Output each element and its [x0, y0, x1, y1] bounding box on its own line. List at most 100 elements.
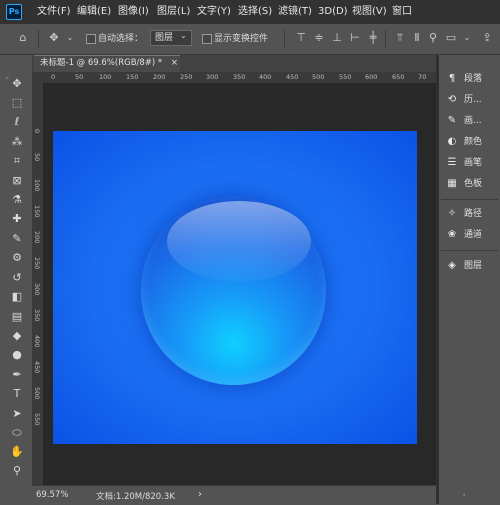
align-hcenter-icon[interactable]: ╪	[366, 31, 380, 45]
panel-label: 画笔	[464, 158, 483, 168]
ruler-tick: 450	[286, 73, 299, 81]
paths-icon: ✧	[447, 208, 457, 219]
ruler-tick: 100	[99, 73, 112, 81]
panel-color[interactable]: ◐ 颜色	[445, 133, 482, 151]
panel-label: 画...	[464, 116, 482, 126]
align-left-icon[interactable]: ⊢	[348, 31, 362, 45]
crop-tool-icon[interactable]: ⌗	[8, 153, 26, 169]
status-menu-arrow-icon[interactable]: ›	[198, 489, 202, 500]
watermark: ꞏ	[462, 491, 465, 501]
workspace-icon[interactable]: ▭	[444, 31, 458, 45]
distribute-top-icon[interactable]: ⫪	[393, 31, 407, 45]
options-bar: ⌂ ✥ ⌄ 自动选择： 图层 ⌄ 显示变换控件 ⊤ ≑ ⊥ ⊢ ╪ ⫪ Ⅱ ⚲ …	[0, 24, 500, 55]
channels-icon: ❀	[447, 229, 457, 240]
auto-select-label: 自动选择：	[98, 34, 144, 44]
document-size: 文档:1.20M/820.3K	[96, 492, 175, 502]
ruler-tick: 0	[51, 73, 56, 81]
panel-divider	[441, 199, 498, 200]
ellipse-tool-icon[interactable]: ⬭	[8, 425, 26, 441]
panel-brush[interactable]: ✎ 画...	[445, 112, 482, 130]
gradient-tool-icon[interactable]: ▤	[8, 309, 26, 325]
divider	[385, 30, 386, 48]
chevron-down-icon[interactable]: ⌄	[460, 31, 474, 45]
menu-file[interactable]: 文件(F)	[37, 0, 71, 24]
lasso-tool-icon[interactable]: ℓ	[8, 114, 26, 130]
panel-history[interactable]: ⟲ 历...	[445, 91, 482, 109]
ruler-tick: 250	[180, 73, 193, 81]
move-tool-icon[interactable]: ✥	[8, 76, 26, 92]
ruler-tick: 550	[339, 73, 352, 81]
brush-icon: ✎	[447, 115, 457, 126]
marquee-tool-icon[interactable]: ⬚	[8, 95, 26, 111]
align-bottom-icon[interactable]: ⊥	[330, 31, 344, 45]
auto-select-target-dropdown[interactable]: 图层 ⌄	[150, 30, 192, 46]
pen-tool-icon[interactable]: ✒	[8, 367, 26, 383]
panel-swatches[interactable]: ▦ 色板	[445, 175, 482, 193]
path-selection-tool-icon[interactable]: ➤	[8, 406, 26, 422]
zoom-level[interactable]: 69.57%	[36, 490, 68, 500]
ruler-tick: 550	[33, 413, 41, 426]
panel-label: 路径	[464, 209, 483, 219]
panel-brush-settings[interactable]: ☰ 画笔	[445, 154, 483, 172]
eraser-tool-icon[interactable]: ◧	[8, 289, 26, 305]
ruler-tick: 650	[392, 73, 405, 81]
align-vcenter-icon[interactable]: ≑	[312, 31, 326, 45]
menu-view[interactable]: 视图(V)	[352, 0, 387, 24]
ruler-tick: 150	[126, 73, 139, 81]
search-icon[interactable]: ⚲	[426, 31, 440, 45]
magic-wand-tool-icon[interactable]: ⁂	[8, 134, 26, 150]
status-bar: 69.57% 文档:1.20M/820.3K ›	[32, 485, 436, 505]
menu-window[interactable]: 窗口	[392, 0, 412, 24]
panel-paragraph[interactable]: ¶ 段落	[445, 70, 482, 88]
menu-bar: Ps 文件(F) 编辑(E) 图像(I) 图层(L) 文字(Y) 选择(S) 滤…	[0, 0, 500, 24]
document-tab-title: 未标题-1 @ 69.6%(RGB/8#) *	[40, 58, 163, 68]
history-brush-tool-icon[interactable]: ↺	[8, 270, 26, 286]
dodge-tool-icon[interactable]: ●	[8, 347, 26, 363]
menu-image[interactable]: 图像(I)	[118, 0, 149, 24]
auto-select-checkbox[interactable]	[86, 34, 96, 44]
ruler-tick: 450	[33, 361, 41, 374]
frame-tool-icon[interactable]: ⊠	[8, 173, 26, 189]
layers-icon: ◈	[448, 260, 456, 271]
ruler-tick: 350	[233, 73, 246, 81]
panel-paths[interactable]: ✧ 路径	[445, 205, 482, 223]
sphere-highlight	[167, 201, 311, 282]
divider	[284, 30, 285, 48]
stamp-tool-icon[interactable]: ⚙	[8, 250, 26, 266]
move-tool-icon[interactable]: ✥	[47, 31, 61, 45]
menu-filter[interactable]: 滤镜(T)	[278, 0, 312, 24]
ruler-tick: 70	[418, 73, 427, 81]
ruler-tick: 300	[206, 73, 219, 81]
brush-tool-icon[interactable]: ✎	[8, 231, 26, 247]
menu-edit[interactable]: 编辑(E)	[77, 0, 111, 24]
ruler-tick: 50	[75, 73, 84, 81]
eyedropper-tool-icon[interactable]: ⚗	[8, 192, 26, 208]
distribute-icon[interactable]: Ⅱ	[410, 31, 424, 45]
ruler-tick: 350	[33, 309, 41, 322]
menu-select[interactable]: 选择(S)	[238, 0, 272, 24]
panel-layers[interactable]: ◈ 图层	[445, 257, 482, 275]
document-tab[interactable]: 未标题-1 @ 69.6%(RGB/8#) * ×	[34, 55, 180, 72]
transform-controls-label: 显示变换控件	[214, 34, 269, 44]
home-icon[interactable]: ⌂	[16, 31, 30, 45]
menu-3d[interactable]: 3D(D)	[318, 0, 348, 24]
align-top-icon[interactable]: ⊤	[294, 31, 308, 45]
menu-layer[interactable]: 图层(L)	[157, 0, 190, 24]
close-tab-icon[interactable]: ×	[171, 58, 178, 68]
panel-label: 颜色	[464, 137, 483, 147]
ruler-tick: 200	[33, 231, 41, 244]
menu-type[interactable]: 文字(Y)	[197, 0, 231, 24]
ruler-tick: 250	[33, 257, 41, 270]
chevron-down-icon[interactable]: ⌄	[63, 31, 77, 45]
type-tool-icon[interactable]: T	[8, 386, 26, 402]
share-icon[interactable]: ⇪	[480, 31, 494, 45]
hand-tool-icon[interactable]: ✋	[8, 444, 26, 460]
ruler-tick: 600	[365, 73, 378, 81]
panel-channels[interactable]: ❀ 通道	[445, 226, 482, 244]
transform-controls-checkbox[interactable]	[202, 34, 212, 44]
photoshop-logo-icon: Ps	[6, 4, 22, 20]
zoom-tool-icon[interactable]: ⚲	[8, 463, 26, 479]
healing-brush-tool-icon[interactable]: ✚	[8, 211, 26, 227]
panel-label: 段落	[464, 74, 483, 84]
blur-tool-icon[interactable]: ◆	[8, 328, 26, 344]
